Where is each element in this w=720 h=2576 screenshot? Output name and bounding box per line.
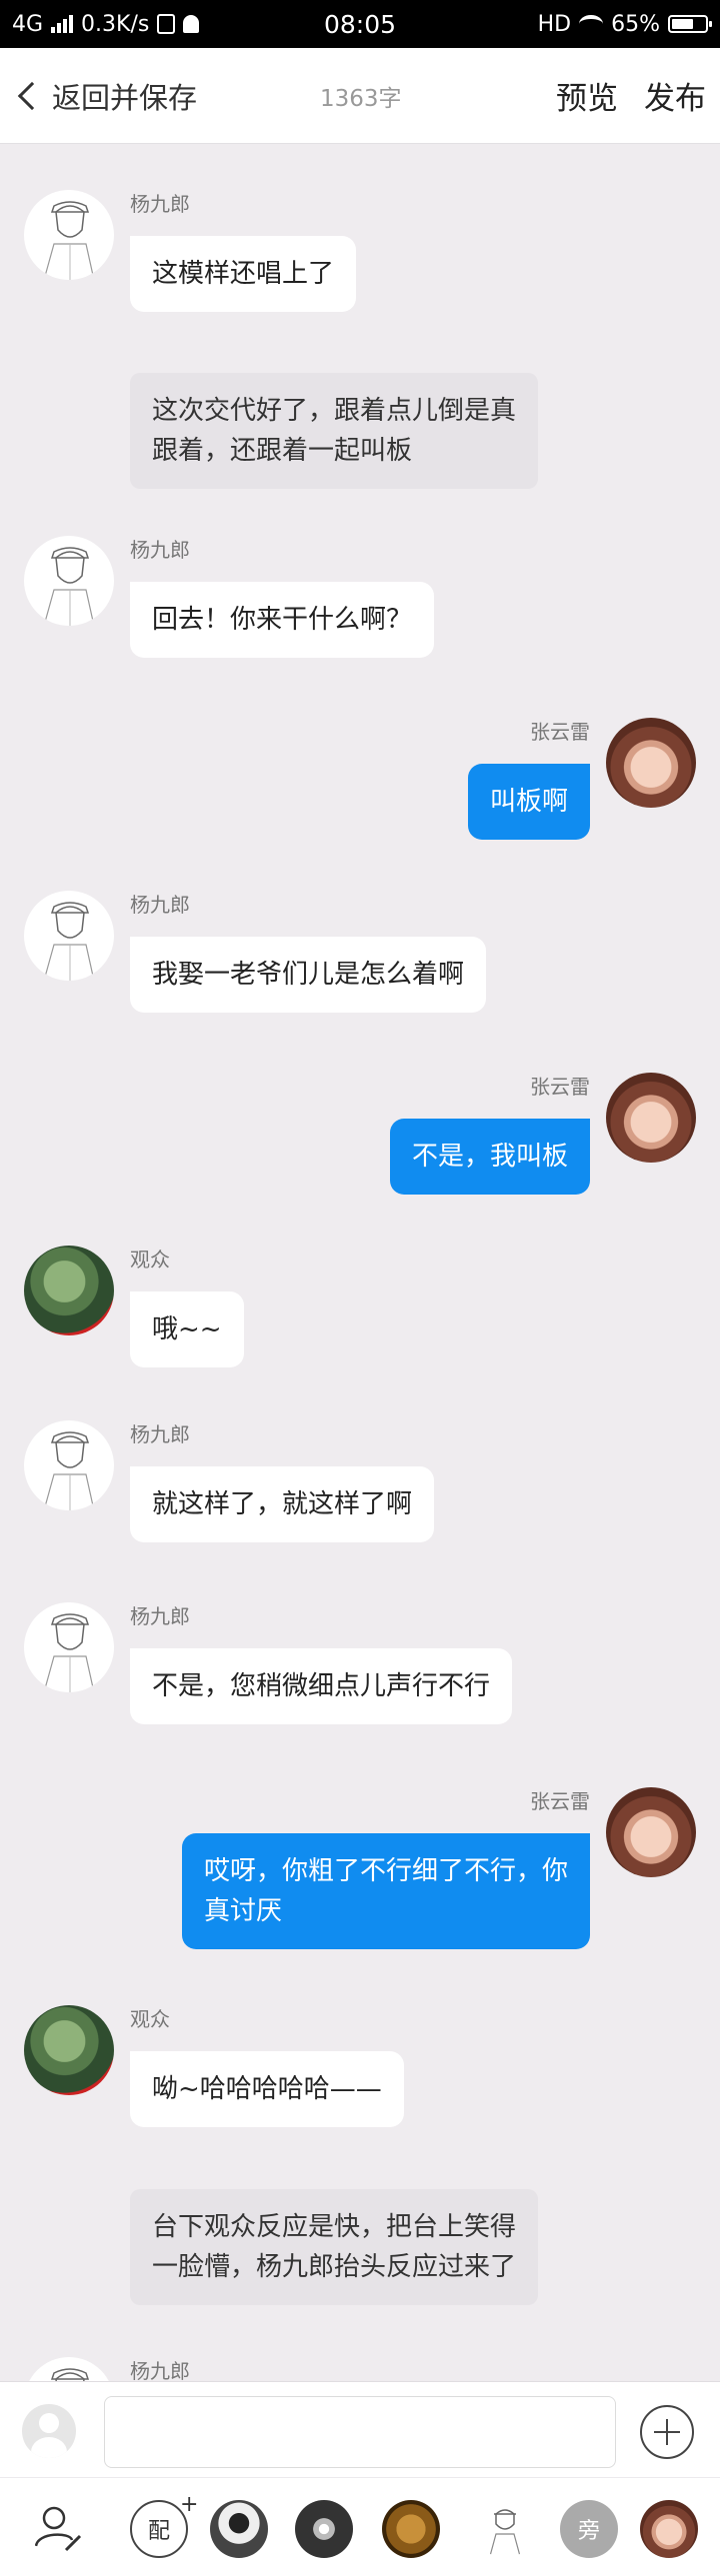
message-text-line: 这次交代好了，跟着点儿倒是真 — [152, 396, 517, 426]
speaker-name: 杨九郎 — [130, 893, 190, 917]
message-bubble[interactable]: 哦~~ — [130, 1291, 244, 1367]
status-bar: 4G 0.3K/s 08:05 HD 65% — [0, 0, 720, 48]
signal-icon — [51, 15, 74, 33]
speaker-avatar[interactable] — [606, 1787, 696, 1877]
role-avatar-2[interactable] — [295, 2500, 353, 2558]
message-text-line: 叫板啊 — [489, 787, 568, 817]
preview-button[interactable]: 预览 — [556, 73, 618, 118]
message-text-line: 哦~~ — [152, 1314, 222, 1344]
message-bubble[interactable]: 不是，您稍微细点儿声行不行 — [130, 1648, 513, 1724]
speaker-avatar[interactable] — [606, 718, 696, 808]
sketch-boy-icon — [43, 547, 95, 626]
message-text-line: 回去！你来干什么啊？ — [152, 605, 413, 635]
message-text-line: 真讨厌 — [203, 1896, 282, 1926]
battery-percent: 65% — [611, 11, 660, 37]
speaker-name: 观众 — [130, 1248, 170, 1272]
role-avatar-zhang[interactable] — [640, 2500, 698, 2558]
speaker-name: 张云雷 — [530, 1075, 590, 1099]
message-bubble[interactable]: 就这样了，就这样了啊 — [130, 1466, 435, 1542]
network-speed: 0.3K/s — [81, 11, 150, 37]
chevron-left-icon — [17, 81, 47, 110]
speaker-name: 杨九郎 — [130, 2359, 190, 2383]
sketch-boy-icon — [43, 1431, 95, 1510]
message-text-line: 哎呀，你粗了不行细了不行，你 — [203, 1856, 568, 1886]
message-text-line: 就这样了，就这样了啊 — [152, 1489, 413, 1519]
add-button[interactable] — [640, 2405, 694, 2459]
role-avatar-yang[interactable] — [476, 2500, 534, 2558]
speaker-avatar[interactable] — [24, 1246, 114, 1335]
aside-role-label: 旁 — [577, 2519, 600, 2544]
back-save-button[interactable]: 返回并保存 — [0, 75, 197, 117]
plus-icon: + — [180, 2492, 199, 2517]
edit-roles-button[interactable] — [30, 2500, 88, 2558]
speaker-name: 张云雷 — [530, 1789, 590, 1813]
speaker-avatar[interactable] — [24, 1420, 114, 1510]
hd-label: HD — [537, 11, 572, 37]
message-text-line: 这模样还唱上了 — [152, 259, 335, 289]
speaker-avatar[interactable] — [24, 536, 114, 626]
message-text-line: 不是，我叫板 — [411, 1142, 568, 1172]
message-text-line: 台下观众反应是快，把台上笑得 — [152, 2212, 517, 2242]
message-bubble[interactable]: 叫板啊 — [467, 764, 590, 840]
message-bubble[interactable]: 哎呀，你粗了不行细了不行，你 真讨厌 — [181, 1833, 590, 1949]
sketch-boy-icon — [43, 902, 95, 981]
narration-role-label: 配 — [147, 2519, 170, 2544]
back-save-label: 返回并保存 — [52, 80, 198, 115]
message-bubble[interactable]: 这模样还唱上了 — [130, 236, 357, 312]
speaker-avatar[interactable] — [24, 190, 114, 280]
bell-icon — [183, 15, 200, 33]
speaker-name: 观众 — [130, 2007, 170, 2031]
publish-button[interactable]: 发布 — [644, 73, 706, 118]
wifi-icon — [579, 15, 604, 33]
network-label: 4G — [12, 11, 44, 37]
sketch-boy-icon — [43, 201, 95, 280]
narration-bubble[interactable]: 这次交代好了，跟着点儿倒是真 跟着，还跟着一起叫板 — [130, 373, 539, 489]
editor-header: 返回并保存 1363字 预览 发布 — [0, 48, 720, 144]
speaker-avatar[interactable] — [24, 891, 114, 981]
message-bubble[interactable]: 呦~哈哈哈哈哈—— — [130, 2051, 404, 2127]
message-text-line: 呦~哈哈哈哈哈—— — [152, 2074, 382, 2104]
speaker-name: 张云雷 — [530, 720, 590, 744]
sketch-boy-icon — [489, 2509, 521, 2557]
input-bar — [0, 2381, 720, 2477]
aside-role-button[interactable]: 旁 — [560, 2500, 618, 2558]
message-bubble[interactable]: 不是，我叫板 — [389, 1119, 590, 1195]
sketch-boy-icon — [43, 1613, 95, 1692]
role-bar: 配 + 旁 — [0, 2477, 720, 2576]
message-text-line: 一脸懵，杨九郎抬头反应过来了 — [152, 2252, 517, 2282]
current-role-avatar[interactable] — [22, 2404, 76, 2458]
speaker-name: 杨九郎 — [130, 538, 190, 562]
speaker-name: 杨九郎 — [130, 1422, 190, 1446]
app-notification-icon — [157, 14, 176, 34]
user-edit-icon — [34, 2506, 82, 2552]
speaker-avatar[interactable] — [606, 1073, 696, 1163]
speaker-name: 杨九郎 — [130, 1604, 190, 1628]
role-avatar-1[interactable] — [210, 2500, 268, 2558]
message-text-line: 不是，您稍微细点儿声行不行 — [152, 1671, 491, 1701]
battery-icon — [668, 15, 712, 33]
message-input[interactable] — [104, 2396, 616, 2468]
speaker-avatar[interactable] — [24, 1602, 114, 1692]
word-count: 1363字 — [320, 85, 402, 112]
speaker-avatar[interactable] — [24, 2005, 114, 2095]
speaker-name: 杨九郎 — [130, 192, 190, 216]
message-text-line: 我娶一老爷们儿是怎么着啊 — [152, 960, 465, 990]
narration-bubble[interactable]: 台下观众反应是快，把台上笑得 一脸懵，杨九郎抬头反应过来了 — [130, 2189, 539, 2305]
message-bubble[interactable]: 我娶一老爷们儿是怎么着啊 — [130, 937, 487, 1013]
role-avatar-3[interactable] — [382, 2500, 440, 2558]
message-text-line: 跟着，还跟着一起叫板 — [152, 436, 413, 466]
message-bubble[interactable]: 回去！你来干什么啊？ — [130, 582, 435, 658]
